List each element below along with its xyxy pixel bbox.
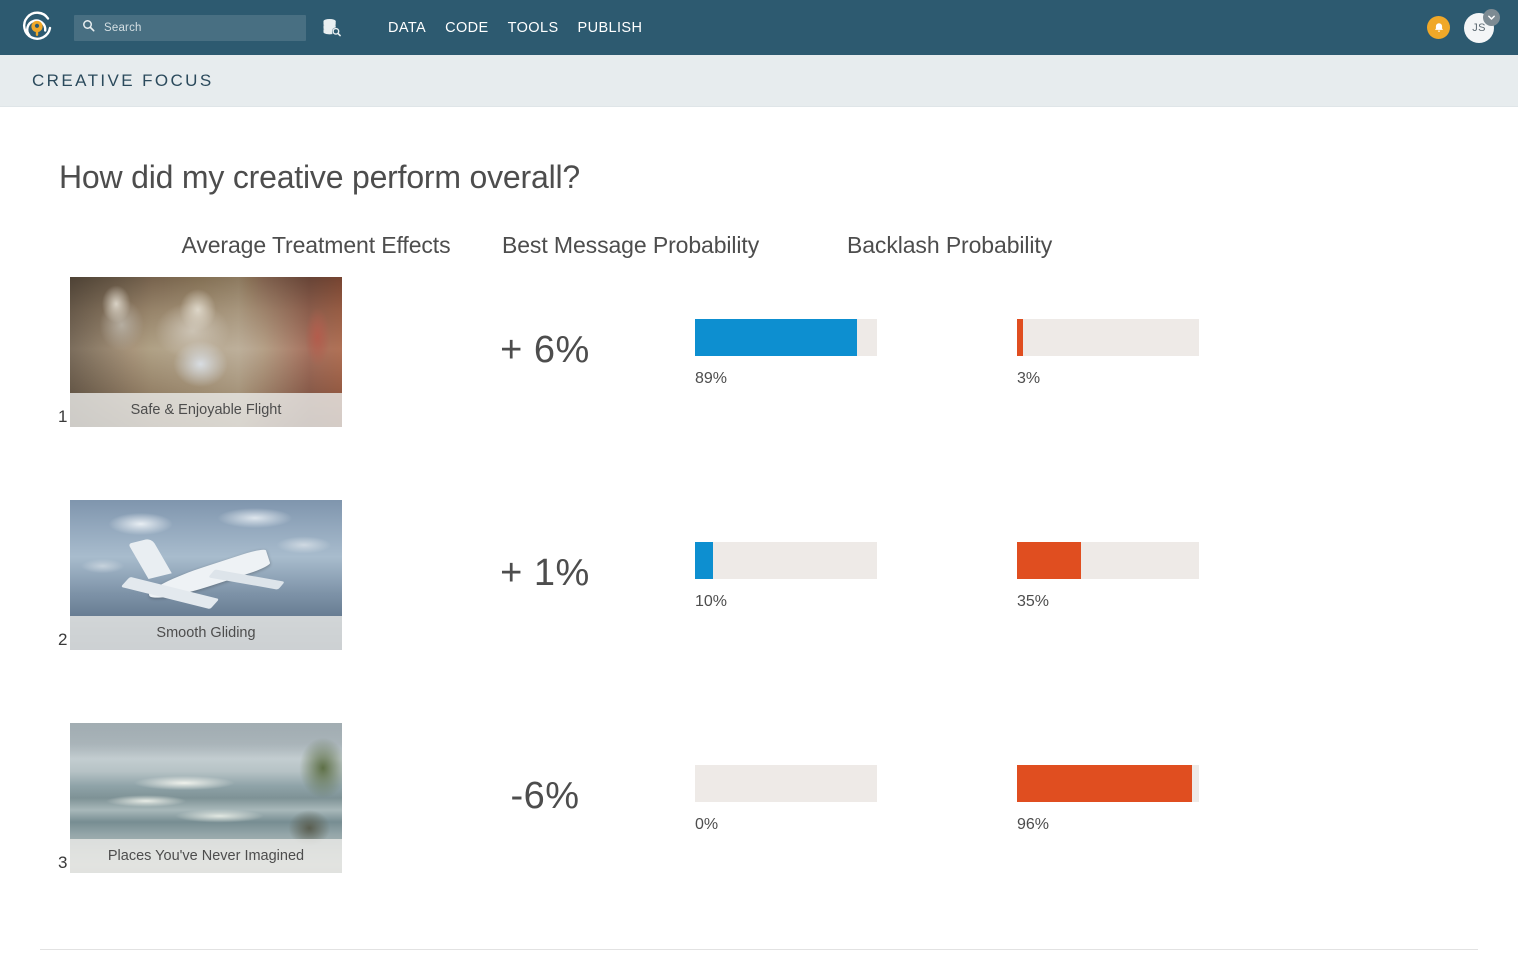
backlash-value: 35%: [1017, 593, 1050, 610]
best-message-bar-fill: [695, 542, 714, 579]
nav-link-tools[interactable]: TOOLS: [508, 20, 559, 36]
backlash-cell: 3%: [1017, 277, 1339, 388]
nav-link-publish[interactable]: PUBLISH: [578, 20, 643, 36]
creative-rank: 3: [58, 853, 68, 872]
backlash-value: 3%: [1017, 370, 1041, 387]
backlash-cell: 96%: [1017, 723, 1339, 834]
report-subheader: CREATIVE FOCUS: [0, 55, 1518, 107]
backlash-bar-fill: [1017, 542, 1081, 579]
backlash-bar-track: [1017, 319, 1199, 356]
creative-rank: 2: [58, 630, 68, 649]
creative-row: 1 Safe & Enjoyable Flight + 6% 89% 3%: [40, 277, 1478, 500]
best-message-cell: 10%: [695, 500, 1017, 611]
best-message-value: 0%: [695, 816, 719, 833]
backlash-value: 96%: [1017, 816, 1050, 833]
creative-caption: Places You've Never Imagined: [70, 839, 342, 873]
page-title: How did my creative perform overall?: [59, 159, 580, 195]
report-body: How did my creative perform overall? Ave…: [0, 159, 1518, 970]
user-avatar-menu[interactable]: JS: [1464, 8, 1500, 43]
creative-cell: 3 Places You've Never Imagined: [40, 723, 395, 873]
bell-icon[interactable]: [1427, 16, 1450, 39]
creative-cell: 1 Safe & Enjoyable Flight: [40, 277, 395, 427]
creative-caption: Smooth Gliding: [70, 616, 342, 650]
database-search-icon[interactable]: [318, 15, 344, 41]
ate-value: + 1%: [500, 552, 590, 594]
report-name: CREATIVE FOCUS: [32, 70, 214, 90]
backlash-bar-track: [1017, 542, 1199, 579]
civis-target-logo-icon[interactable]: [18, 9, 56, 47]
ate-value: -6%: [510, 775, 580, 817]
main-nav-links: DATA CODE TOOLS PUBLISH: [388, 20, 642, 36]
best-message-cell: 89%: [695, 277, 1017, 388]
chevron-down-icon[interactable]: [1483, 8, 1500, 26]
creative-thumbnail[interactable]: Smooth Gliding: [70, 500, 342, 650]
column-header-ate: Average Treatment Effects: [181, 232, 451, 258]
column-header-backlash: Backlash Probability: [847, 232, 1053, 258]
best-message-bar-track: [695, 319, 877, 356]
search-input[interactable]: [104, 21, 298, 34]
creative-rows: 1 Safe & Enjoyable Flight + 6% 89% 3% 2 …: [40, 277, 1478, 946]
column-header-best: Best Message Probability: [502, 232, 760, 258]
nav-link-code[interactable]: CODE: [445, 20, 489, 36]
best-message-cell: 0%: [695, 723, 1017, 834]
creative-row: 2 Smooth Gliding + 1% 10% 35%: [40, 500, 1478, 723]
best-message-value: 10%: [695, 593, 728, 610]
search-icon: [82, 19, 96, 37]
creative-thumbnail[interactable]: Places You've Never Imagined: [70, 723, 342, 873]
ate-value: + 6%: [500, 329, 590, 371]
creative-caption: Safe & Enjoyable Flight: [70, 393, 342, 427]
nav-right-cluster: JS: [1427, 0, 1500, 55]
creative-rank: 1: [58, 407, 68, 426]
column-header-row: Average Treatment Effects Best Message P…: [40, 232, 1478, 259]
backlash-bar-track: [1017, 765, 1199, 802]
backlash-bar-fill: [1017, 765, 1192, 802]
creative-thumbnail[interactable]: Safe & Enjoyable Flight: [70, 277, 342, 427]
top-navigation-bar: DATA CODE TOOLS PUBLISH JS: [0, 0, 1518, 55]
footer-divider: [40, 949, 1478, 950]
best-message-bar-fill: [695, 319, 857, 356]
best-message-value: 89%: [695, 370, 728, 387]
backlash-cell: 35%: [1017, 500, 1339, 611]
search-box[interactable]: [74, 14, 306, 41]
best-message-bar-track: [695, 542, 877, 579]
best-message-bar-track: [695, 765, 877, 802]
nav-link-data[interactable]: DATA: [388, 20, 426, 36]
creative-row: 3 Places You've Never Imagined -6% 0% 96…: [40, 723, 1478, 946]
backlash-bar-fill: [1017, 319, 1023, 356]
page-footer: Powered by Civis Creative Focus BRAND FA…: [40, 962, 1478, 970]
creative-cell: 2 Smooth Gliding: [40, 500, 395, 650]
